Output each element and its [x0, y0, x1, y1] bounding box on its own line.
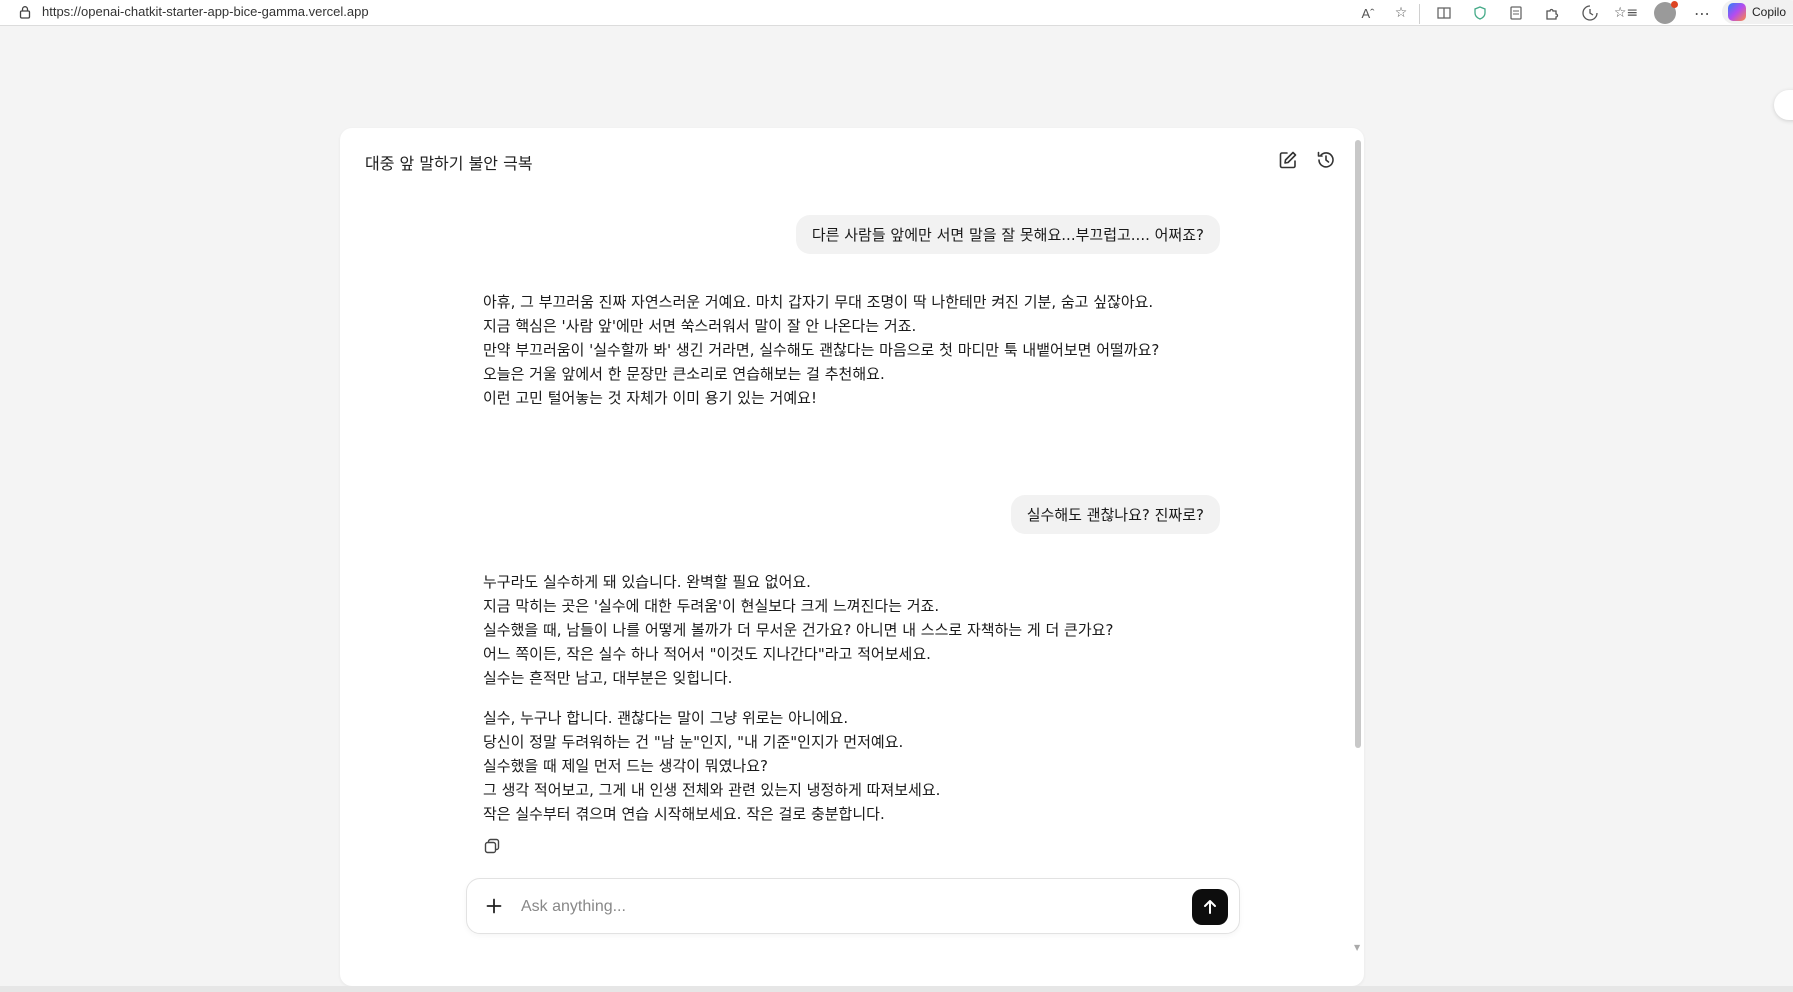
assistant-line: 이런 고민 털어놓는 것 자체가 이미 용기 있는 거예요! [483, 389, 817, 407]
assistant-message: 누구라도 실수하게 돼 있습니다. 완벽할 필요 없어요. 지금 막히는 곳은 … [483, 570, 1223, 826]
reading-view-icon[interactable] [1506, 3, 1526, 23]
message-composer [466, 878, 1240, 934]
assistant-line: 누구라도 실수하게 돼 있습니다. 완벽할 필요 없어요. [483, 573, 811, 591]
assistant-line: 지금 핵심은 '사람 앞'에만 서면 쑥스러워서 말이 잘 안 나온다는 거죠. [483, 317, 917, 335]
window-bottom-edge [0, 986, 1793, 992]
assistant-line: 어느 쪽이든, 작은 실수 하나 적어서 "이것도 지나간다"라고 적어보세요. [483, 645, 931, 663]
toolbar-divider [1419, 4, 1420, 24]
user-message: 실수해도 괜찮나요? 진짜로? [1010, 495, 1220, 534]
assistant-line: 아휴, 그 부끄러움 진짜 자연스러운 거예요. 마치 갑자기 무대 조명이 딱… [483, 293, 1154, 311]
browser-toolbar: https://openai-chatkit-starter-app-bice-… [0, 0, 1793, 26]
assistant-line: 실수, 누구나 합니다. 괜찮다는 말이 그냥 위로는 아니에요. [483, 709, 849, 727]
sidebar-toggle-tab[interactable] [1774, 90, 1793, 120]
copilot-label: Copilo [1752, 5, 1787, 19]
chat-panel: 대중 앞 말하기 불안 극복 ▼ 다른 사람들 앞에만 서면 말을 잘 못해요.… [340, 128, 1364, 986]
assistant-line: 작은 실수부터 겪으며 연습 시작해보세요. 작은 걸로 충분합니다. [483, 805, 885, 823]
favorite-star-icon[interactable]: ☆ [1391, 3, 1411, 23]
assistant-line: 실수했을 때 제일 먼저 드는 생각이 뭐였나요? [483, 757, 768, 775]
favorites-icon[interactable]: ☆≡ [1614, 3, 1638, 23]
copilot-button[interactable]: Copilo [1722, 0, 1793, 24]
user-message: 다른 사람들 앞에만 서면 말을 잘 못해요...부끄럽고.... 어쩌죠? [795, 215, 1220, 254]
chat-scrollbar[interactable] [1355, 140, 1361, 748]
assistant-line: 만약 부끄러움이 '실수할까 봐' 생긴 거라면, 실수해도 괜찮다는 마음으로… [483, 341, 1160, 359]
browser-essentials-icon[interactable] [1580, 3, 1600, 23]
more-icon[interactable]: ⋯ [1692, 3, 1712, 23]
copilot-icon [1728, 3, 1746, 21]
assistant-line: 오늘은 거울 앞에서 한 문장만 큰소리로 연습해보는 걸 추천해요. [483, 365, 885, 383]
split-screen-icon[interactable] [1434, 3, 1454, 23]
assistant-line: 실수했을 때, 남들이 나를 어떻게 볼까가 더 무서운 건가요? 아니면 내 … [483, 621, 1114, 639]
copy-icon[interactable] [483, 837, 501, 855]
message-input[interactable] [521, 893, 1141, 921]
lock-icon[interactable] [18, 5, 32, 19]
arrow-up-icon [1204, 900, 1216, 914]
send-button[interactable] [1192, 889, 1228, 925]
shield-icon[interactable] [1470, 3, 1490, 23]
notification-dot [1671, 1, 1678, 8]
read-aloud-icon[interactable]: Aˆ [1358, 3, 1378, 23]
chat-title: 대중 앞 말하기 불안 극복 [365, 154, 533, 173]
history-icon[interactable] [1314, 148, 1338, 172]
assistant-line: 실수는 흔적만 남고, 대부분은 잊힙니다. [483, 669, 733, 687]
extensions-icon[interactable] [1542, 3, 1562, 23]
add-attachment-button[interactable] [483, 895, 505, 917]
plus-icon [486, 898, 502, 914]
new-chat-icon[interactable] [1276, 148, 1300, 172]
scroll-down-arrow-icon[interactable]: ▼ [1354, 943, 1360, 952]
assistant-line: 지금 막히는 곳은 '실수에 대한 두려움'이 현실보다 크게 느껴진다는 거죠… [483, 597, 940, 615]
address-bar-url[interactable]: https://openai-chatkit-starter-app-bice-… [42, 4, 369, 19]
assistant-line: 그 생각 적어보고, 그게 내 인생 전체와 관련 있는지 냉정하게 따져보세요… [483, 781, 941, 799]
assistant-message: 아휴, 그 부끄러움 진짜 자연스러운 거예요. 마치 갑자기 무대 조명이 딱… [483, 290, 1223, 410]
assistant-line: 당신이 정말 두려워하는 건 "남 눈"인지, "내 기준"인지가 먼저예요. [483, 733, 904, 751]
